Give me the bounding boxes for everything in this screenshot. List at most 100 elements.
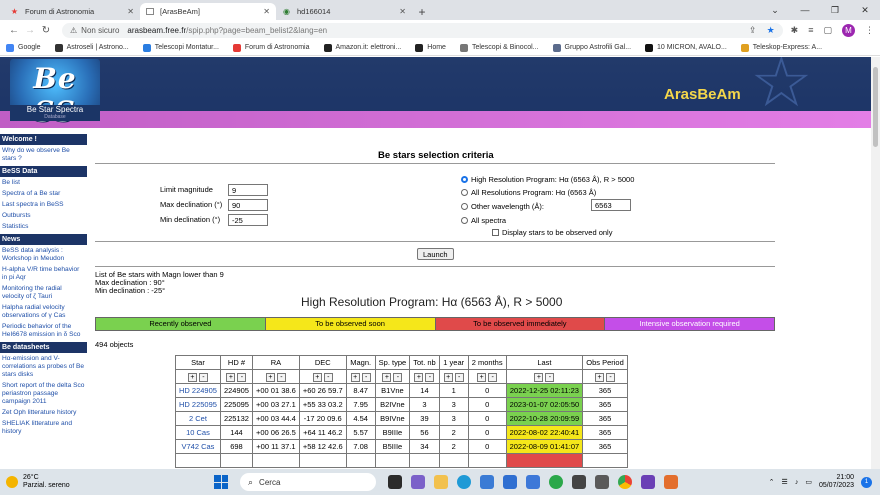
- media-icon[interactable]: ≡: [808, 25, 813, 35]
- bookmark-item[interactable]: Forum di Astronomia: [232, 43, 310, 52]
- sidebar-link[interactable]: H-alpha V/R time behavior in pi Aqr: [0, 266, 87, 282]
- bookmark-item[interactable]: Gruppo Astrofili Gal...: [552, 43, 631, 52]
- menu-dots-icon[interactable]: ⋮: [865, 25, 874, 36]
- sort-ascending-button[interactable]: +: [226, 372, 236, 382]
- address-bar[interactable]: ⚠ Non sicuro arasbeam.free.fr/spip.php?p…: [62, 22, 783, 38]
- sidebar-link[interactable]: Short report of the delta Sco periastron…: [0, 382, 87, 406]
- min-declination-input[interactable]: -25: [228, 214, 268, 226]
- sidepanel-icon[interactable]: ▢: [823, 25, 832, 36]
- close-icon[interactable]: ✕: [127, 7, 134, 16]
- reload-icon[interactable]: ↻: [38, 22, 54, 38]
- new-tab-icon[interactable]: +: [412, 3, 432, 20]
- xbox-icon[interactable]: [549, 475, 563, 489]
- close-window-icon[interactable]: ✕: [850, 0, 880, 20]
- table-cell[interactable]: [175, 453, 221, 468]
- tab-forum[interactable]: ★ Forum di Astronomia ✕: [4, 3, 140, 20]
- scrollbar[interactable]: [871, 57, 880, 469]
- volume-icon[interactable]: ♪: [795, 479, 799, 486]
- sort-ascending-button[interactable]: +: [265, 372, 275, 382]
- sort-ascending-button[interactable]: +: [382, 372, 392, 382]
- edge-icon[interactable]: [457, 475, 471, 489]
- max-declination-input[interactable]: 90: [228, 199, 268, 211]
- chrome-icon[interactable]: [618, 475, 632, 489]
- wavelength-input[interactable]: 6563: [591, 199, 631, 211]
- radio-other-wavelength[interactable]: Other wavelength (Å):: [461, 202, 544, 211]
- taskbar-search[interactable]: ⌕ Cerca: [240, 473, 376, 491]
- sort-ascending-button[interactable]: +: [443, 372, 453, 382]
- windows-start-icon[interactable]: [214, 475, 228, 489]
- sort-descending-button[interactable]: -: [488, 372, 498, 382]
- chevron-up-icon[interactable]: ⌃: [769, 478, 775, 486]
- sort-ascending-button[interactable]: +: [534, 372, 544, 382]
- notification-badge[interactable]: 1: [861, 476, 872, 488]
- sidebar-link[interactable]: Periodic behavior of the HeI6678 emissio…: [0, 323, 87, 339]
- minimize-icon[interactable]: —: [790, 0, 820, 20]
- app-icon[interactable]: [572, 475, 586, 489]
- sidebar-link[interactable]: BeSS data analysis : Workshop in Meudon: [0, 247, 87, 263]
- share-icon[interactable]: ⇪: [749, 25, 757, 36]
- task-view-icon[interactable]: [388, 475, 402, 489]
- bess-logo[interactable]: Be SS Be Star SpectraDatabase: [10, 59, 100, 128]
- app-icon[interactable]: [641, 475, 655, 489]
- sort-ascending-button[interactable]: +: [350, 372, 360, 382]
- sort-descending-button[interactable]: -: [361, 372, 371, 382]
- launch-button[interactable]: Launch: [417, 248, 454, 260]
- table-cell[interactable]: V742 Cas: [175, 439, 221, 454]
- clock[interactable]: 21:00 05/07/2023: [819, 474, 854, 490]
- sort-descending-button[interactable]: -: [545, 372, 555, 382]
- bookmark-item[interactable]: Telescopi Montatur...: [142, 43, 219, 52]
- sidebar-link[interactable]: Be list: [0, 179, 87, 187]
- sort-ascending-button[interactable]: +: [595, 372, 604, 382]
- sidebar-link[interactable]: Spectra of a Be star: [0, 190, 87, 198]
- forward-icon[interactable]: →: [22, 22, 38, 38]
- maximize-icon[interactable]: ❐: [820, 0, 850, 20]
- radio-all-resolutions[interactable]: All Resolutions Program: Hα (6563 Å): [461, 188, 596, 197]
- bookmark-star-icon[interactable]: ★: [767, 25, 775, 36]
- sidebar-link[interactable]: Zet Oph litterature history: [0, 409, 87, 417]
- back-icon[interactable]: ←: [6, 22, 22, 38]
- table-cell[interactable]: 2 Cet: [175, 411, 221, 426]
- photos-icon[interactable]: [526, 475, 540, 489]
- sort-ascending-button[interactable]: +: [414, 372, 424, 382]
- warning-icon[interactable]: ⚠: [70, 26, 77, 35]
- bookmark-item[interactable]: Amazon.it: elettroni...: [323, 43, 401, 52]
- sidebar-link[interactable]: Why do we observe Be stars ?: [0, 147, 87, 163]
- bookmark-item[interactable]: Google: [6, 43, 41, 52]
- sort-ascending-button[interactable]: +: [477, 372, 487, 382]
- bookmark-item[interactable]: Astroseli | Astrono...: [54, 43, 129, 52]
- sidebar-link[interactable]: SHELIAK litterature and history: [0, 420, 87, 436]
- sidebar-link[interactable]: Outbursts: [0, 212, 87, 220]
- table-cell[interactable]: 10 Cas: [175, 425, 221, 440]
- mail-icon[interactable]: [503, 475, 517, 489]
- battery-icon[interactable]: ▭: [805, 478, 812, 486]
- tab-hd166014[interactable]: ◉ hd166014 ✕: [276, 3, 412, 20]
- radio-high-resolution[interactable]: High Resolution Program: Hα (6563 Å), R …: [461, 175, 634, 184]
- sidebar-link[interactable]: Monitoring the radial velocity of ζ Taur…: [0, 285, 87, 301]
- sidebar-link[interactable]: Last spectra in BeSS: [0, 201, 87, 209]
- extensions-icon[interactable]: ✱: [791, 25, 799, 36]
- bookmark-item[interactable]: 10 MICRON, AVALO...: [645, 43, 727, 52]
- widgets-icon[interactable]: [411, 475, 425, 489]
- close-icon[interactable]: ✕: [399, 7, 406, 16]
- app-icon[interactable]: [595, 475, 609, 489]
- sort-descending-button[interactable]: -: [425, 372, 435, 382]
- sidebar-link[interactable]: Statistics: [0, 223, 87, 231]
- sort-descending-button[interactable]: -: [454, 372, 464, 382]
- close-icon[interactable]: ✕: [263, 7, 270, 16]
- bookmark-item[interactable]: Telescopi & Binocol...: [459, 43, 539, 52]
- sort-descending-button[interactable]: -: [606, 372, 615, 382]
- sort-descending-button[interactable]: -: [276, 372, 286, 382]
- sort-descending-button[interactable]: -: [198, 372, 208, 382]
- table-cell[interactable]: HD 225095: [175, 397, 221, 412]
- sort-descending-button[interactable]: -: [323, 372, 333, 382]
- sidebar-link[interactable]: Hα-emission and V-correlations as probes…: [0, 355, 87, 379]
- file-explorer-icon[interactable]: [434, 475, 448, 489]
- profile-avatar[interactable]: M: [842, 23, 855, 37]
- tab-arasbeam[interactable]: [ArasBeAm] ✕: [140, 3, 276, 20]
- store-icon[interactable]: [480, 475, 494, 489]
- sort-descending-button[interactable]: -: [393, 372, 403, 382]
- limit-magnitude-input[interactable]: 9: [228, 184, 268, 196]
- bookmark-item[interactable]: Home: [415, 43, 446, 52]
- display-observed-checkbox[interactable]: Display stars to be observed only: [492, 228, 612, 237]
- sort-descending-button[interactable]: -: [237, 372, 247, 382]
